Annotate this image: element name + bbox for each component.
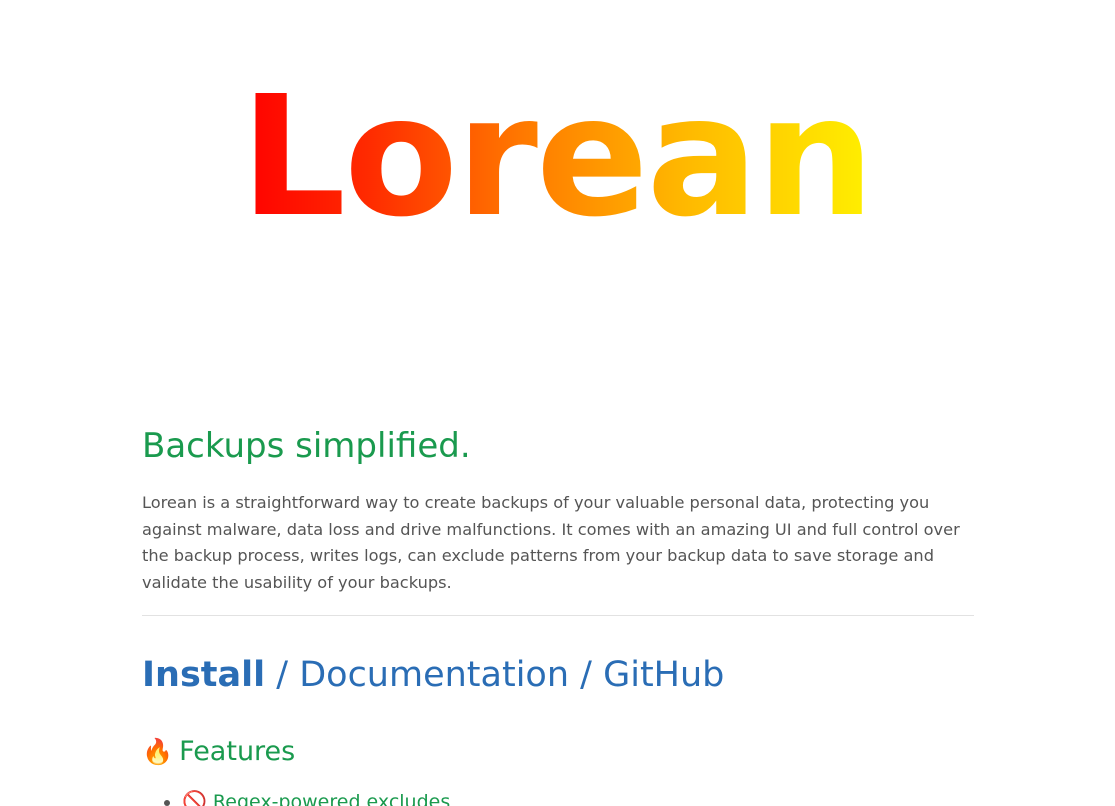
documentation-link[interactable]: Documentation [299,655,569,695]
github-link[interactable]: GitHub [603,655,724,695]
features-heading: 🔥 Features [142,732,295,772]
fire-icon: 🔥 [142,737,174,766]
install-link[interactable]: Install [142,655,265,695]
features-title-text: Features [179,736,296,767]
section-divider [142,615,974,616]
link-separator: / [276,655,289,695]
no-entry-icon: 🚫 [182,789,207,806]
logo-wordmark: Lorean [240,58,874,258]
feature-link-regex-excludes[interactable]: Regex-powered excludes [213,791,450,806]
page: Lorean Backups simplified. Lorean is a s… [0,0,1115,806]
tagline-heading: Backups simplified. [142,426,471,466]
logo-container: Lorean [0,58,1115,258]
primary-links: Install / Documentation / GitHub [142,650,724,700]
features-list: 🚫 Regex-powered excludes [142,786,450,806]
link-separator: / [580,655,592,695]
intro-paragraph: Lorean is a straightforward way to creat… [142,493,960,593]
feature-item: 🚫 Regex-powered excludes [182,786,450,806]
